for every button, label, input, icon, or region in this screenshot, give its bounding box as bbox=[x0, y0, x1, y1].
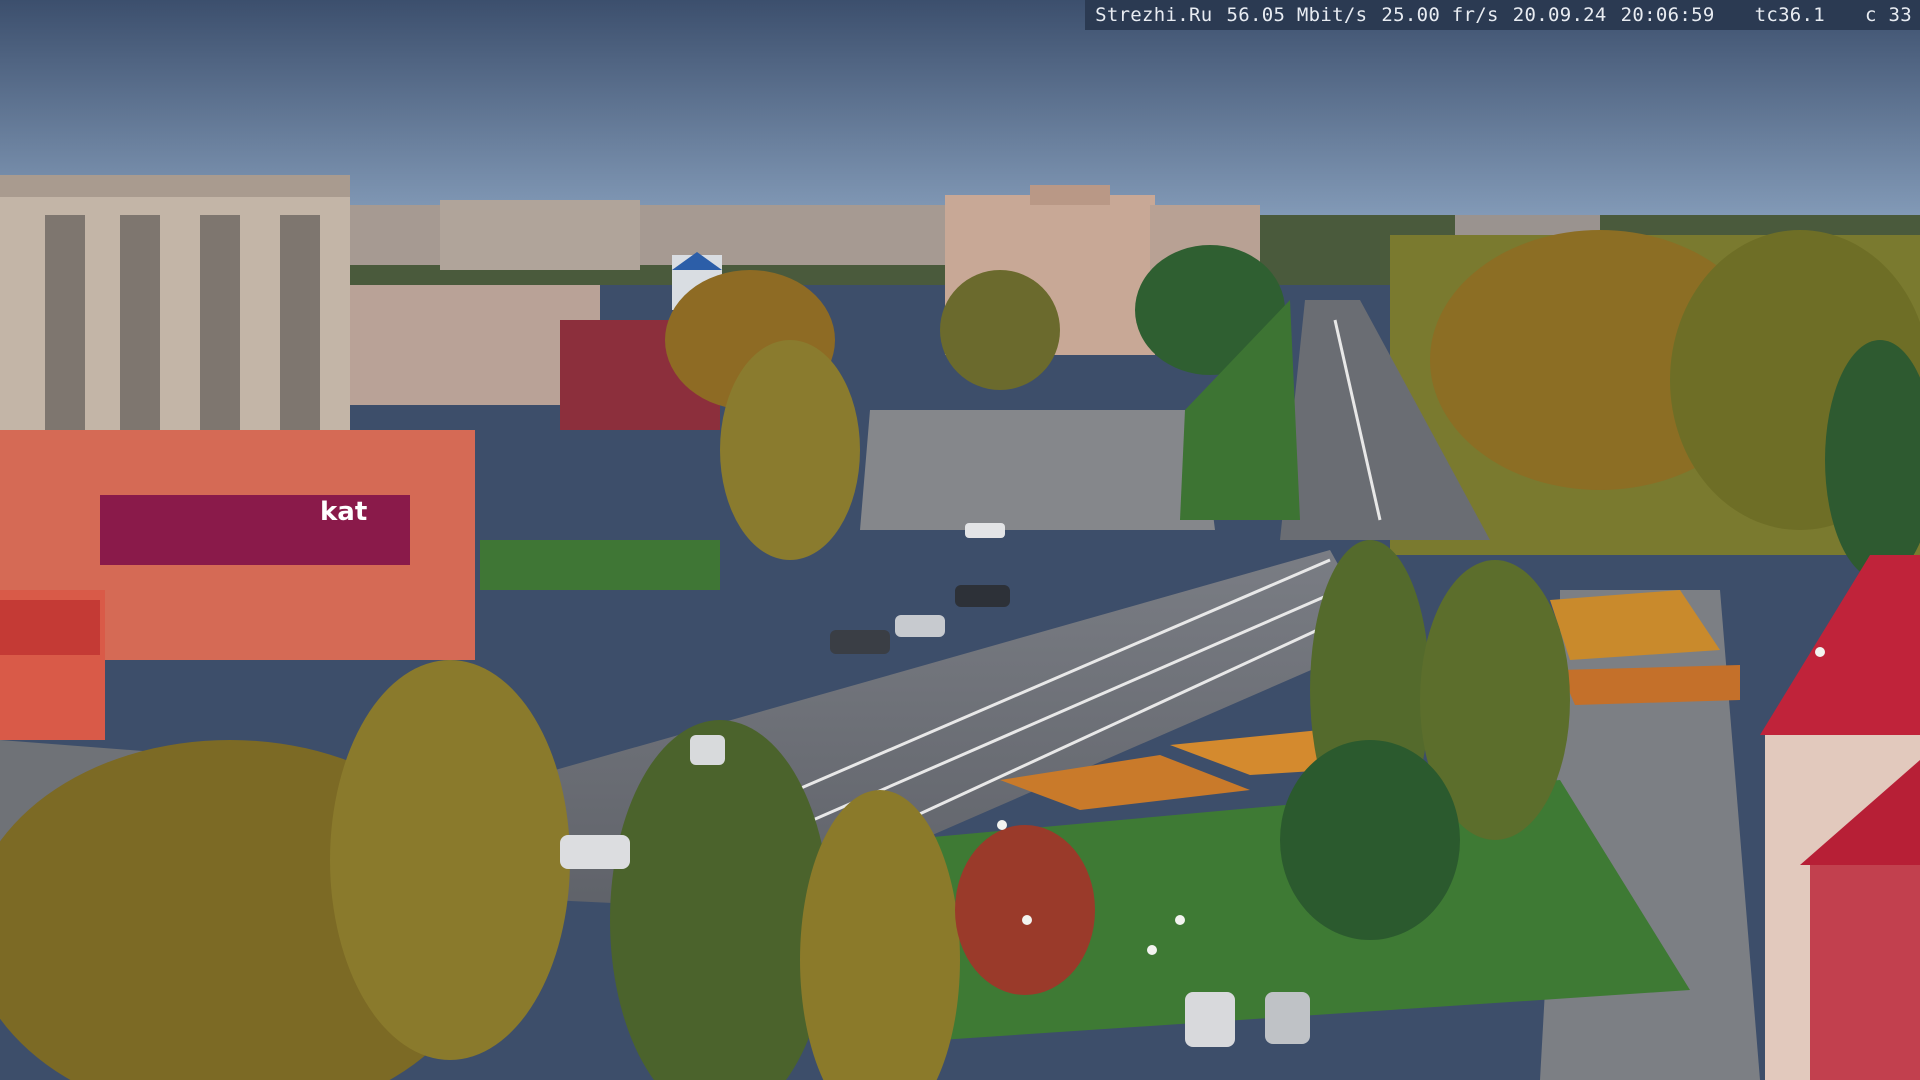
osd-counter: c 33 bbox=[1865, 4, 1912, 26]
plaza bbox=[860, 410, 1215, 530]
webcam-scene: kat bbox=[0, 0, 1920, 1080]
osd-camera-id: tc36.1 bbox=[1754, 4, 1826, 26]
osd-time: 20:06:59 bbox=[1620, 4, 1715, 26]
store-sign-text: kat bbox=[320, 497, 367, 527]
camera-osd-overlay: Strezhi.Ru 56.05 Mbit/s 25.00 fr/s 20.09.24… bbox=[1085, 0, 1920, 30]
osd-framerate: 25.00 fr/s bbox=[1381, 4, 1499, 26]
osd-site: Strezhi.Ru bbox=[1095, 4, 1213, 26]
osd-bitrate: 56.05 Mbit/s bbox=[1226, 4, 1368, 26]
red-roof-tower-building bbox=[1760, 555, 1920, 1080]
grass-left bbox=[480, 540, 720, 590]
osd-date: 20.09.24 bbox=[1512, 4, 1607, 26]
